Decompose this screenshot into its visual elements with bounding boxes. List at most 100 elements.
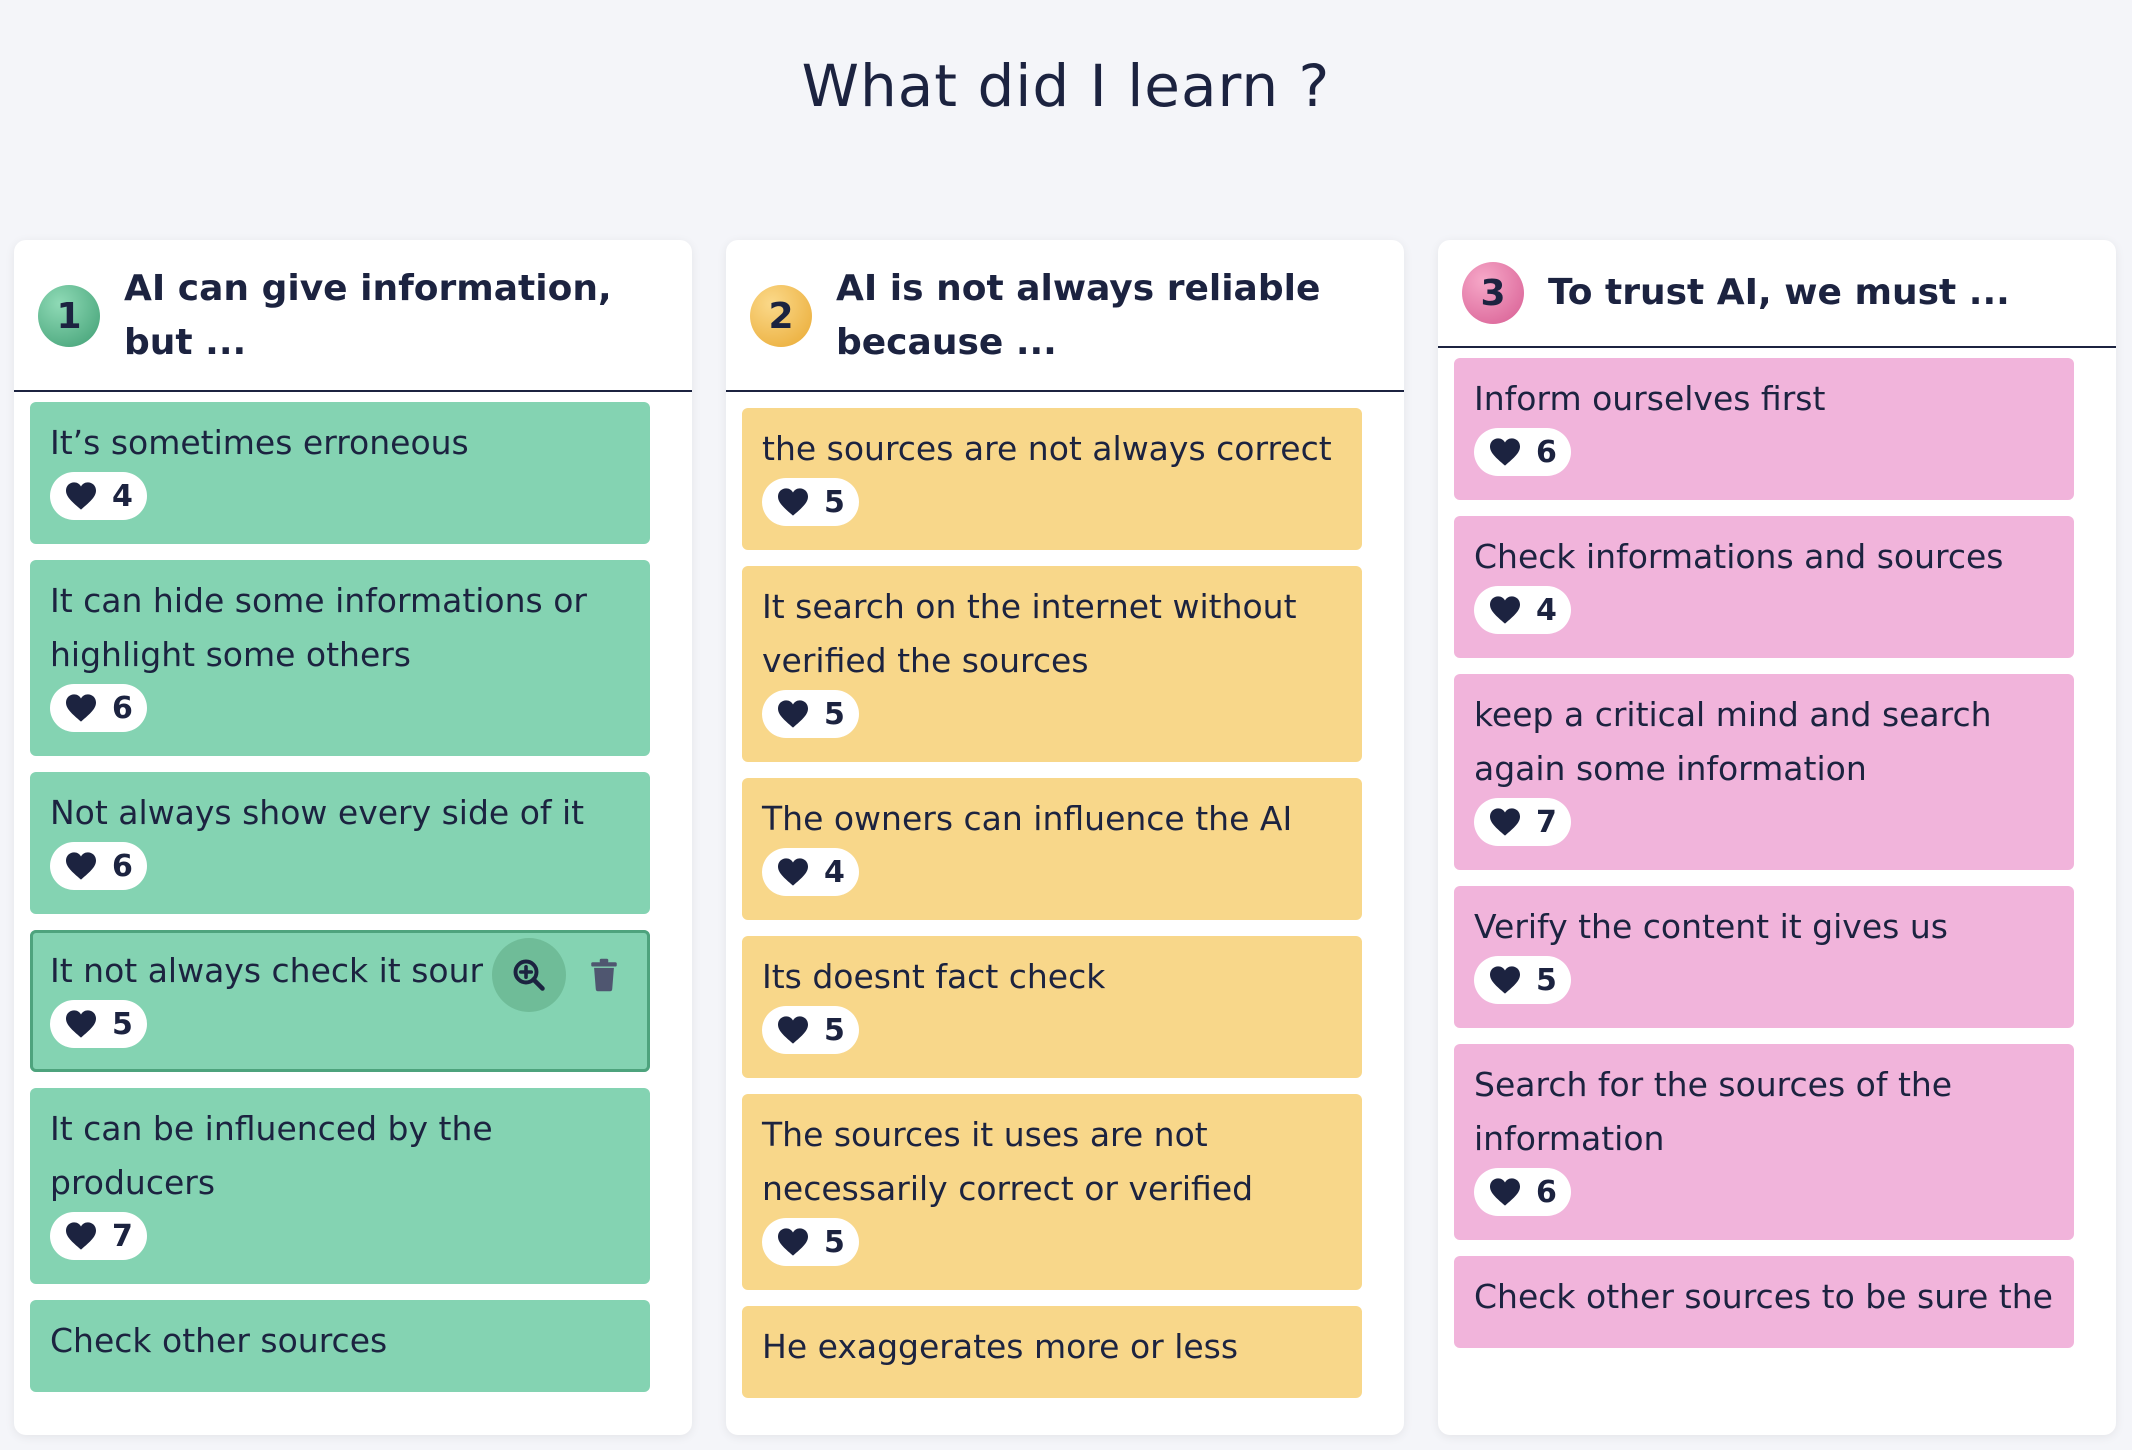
post-text: It’s sometimes erroneous <box>50 423 469 462</box>
like-button[interactable]: 7 <box>1474 798 1571 846</box>
heart-icon <box>1490 966 1520 994</box>
post-text: It can be influenced by the producers <box>50 1109 493 1202</box>
post-text: It can hide some informations or highlig… <box>50 581 587 674</box>
trash-icon <box>591 958 617 992</box>
heart-icon <box>1490 1178 1520 1206</box>
column-title: AI can give information, but ... <box>124 268 612 363</box>
post-card[interactable]: Inform ourselves first 6 <box>1454 358 2074 500</box>
post-text: Check informations and sources <box>1474 537 2004 576</box>
like-button[interactable]: 7 <box>50 1212 147 1260</box>
like-button[interactable]: 4 <box>1474 586 1571 634</box>
column-1: 1 AI can give information, but ... It’s … <box>14 240 692 1435</box>
heart-icon <box>1490 596 1520 624</box>
post-text: Verify the content it gives us <box>1474 907 1948 946</box>
like-button[interactable]: 5 <box>1474 956 1571 1004</box>
like-count: 5 <box>112 1006 133 1042</box>
like-button[interactable]: 5 <box>762 478 859 526</box>
post-card-hovered[interactable]: It not always check it sour 5 <box>30 930 650 1072</box>
like-button[interactable]: 6 <box>50 684 147 732</box>
heart-icon <box>778 1228 808 1256</box>
like-count: 4 <box>1536 592 1557 628</box>
post-text: He exaggerates more or less <box>762 1327 1239 1366</box>
like-button[interactable]: 5 <box>762 1218 859 1266</box>
card-list: It’s sometimes erroneous 4 It can hide s… <box>14 392 692 1392</box>
like-button[interactable]: 6 <box>50 842 147 890</box>
heart-icon <box>1490 438 1520 466</box>
post-card[interactable]: the sources are not always correct 5 <box>742 408 1362 550</box>
post-card[interactable]: keep a critical mind and search again so… <box>1454 674 2074 870</box>
like-button[interactable]: 5 <box>762 690 859 738</box>
like-count: 4 <box>824 854 845 890</box>
post-card[interactable]: Check other sources <box>30 1300 650 1392</box>
heart-icon <box>778 488 808 516</box>
post-card[interactable]: Check informations and sources 4 <box>1454 516 2074 658</box>
heart-icon <box>66 1010 96 1038</box>
column-number-badge: 1 <box>38 285 100 347</box>
card-list: the sources are not always correct 5 It … <box>726 392 1404 1398</box>
card-actions <box>492 938 624 1012</box>
post-text: Search for the sources of the informatio… <box>1474 1065 1953 1158</box>
post-text: Its doesnt fact check <box>762 957 1106 996</box>
post-card[interactable]: Check other sources to be sure the <box>1454 1256 2074 1348</box>
column-header: 1 AI can give information, but ... <box>14 240 692 392</box>
post-text: Check other sources <box>50 1321 388 1360</box>
column-title: AI is not always reliable because ... <box>836 268 1321 363</box>
like-count: 7 <box>1536 804 1557 840</box>
like-count: 7 <box>112 1218 133 1254</box>
like-button[interactable]: 6 <box>1474 428 1571 476</box>
heart-icon <box>778 858 808 886</box>
page-title: What did I learn ? <box>801 52 1331 120</box>
heart-icon <box>778 1016 808 1044</box>
post-card[interactable]: It can be influenced by the producers 7 <box>30 1088 650 1284</box>
zoom-in-icon <box>513 959 545 991</box>
like-button[interactable]: 4 <box>50 472 147 520</box>
like-count: 6 <box>1536 1174 1557 1210</box>
zoom-button[interactable] <box>492 938 566 1012</box>
post-card[interactable]: It search on the internet without verifi… <box>742 566 1362 762</box>
post-card[interactable]: He exaggerates more or less <box>742 1306 1362 1398</box>
heart-icon <box>66 1222 96 1250</box>
post-text: The owners can influence the AI <box>762 799 1293 838</box>
post-text-clipped: It not always check it sour <box>50 951 484 990</box>
heart-icon <box>778 700 808 728</box>
post-text: Inform ourselves first <box>1474 379 1826 418</box>
like-count: 5 <box>824 484 845 520</box>
like-button[interactable]: 6 <box>1474 1168 1571 1216</box>
like-count: 5 <box>1536 962 1557 998</box>
post-card[interactable]: Verify the content it gives us 5 <box>1454 886 2074 1028</box>
column-2: 2 AI is not always reliable because ... … <box>726 240 1404 1435</box>
column-number-badge: 2 <box>750 285 812 347</box>
like-button[interactable]: 5 <box>762 1006 859 1054</box>
post-card[interactable]: Search for the sources of the informatio… <box>1454 1044 2074 1240</box>
post-text: It search on the internet without verifi… <box>762 587 1297 680</box>
post-text: the sources are not always correct <box>762 429 1332 468</box>
heart-icon <box>1490 808 1520 836</box>
like-count: 6 <box>112 848 133 884</box>
post-card[interactable]: Its doesnt fact check 5 <box>742 936 1362 1078</box>
like-button[interactable]: 5 <box>50 1000 147 1048</box>
column-header: 3 To trust AI, we must ... <box>1438 240 2116 348</box>
delete-button[interactable] <box>584 955 624 995</box>
post-text: The sources it uses are not necessarily … <box>762 1115 1254 1208</box>
post-card[interactable]: Not always show every side of it 6 <box>30 772 650 914</box>
like-count: 5 <box>824 696 845 732</box>
heart-icon <box>66 852 96 880</box>
like-count: 5 <box>824 1012 845 1048</box>
post-text: Not always show every side of it <box>50 793 585 832</box>
post-card[interactable]: It can hide some informations or highlig… <box>30 560 650 756</box>
column-3: 3 To trust AI, we must ... Inform oursel… <box>1438 240 2116 1435</box>
card-list: Inform ourselves first 6 Check informati… <box>1438 348 2116 1348</box>
like-button[interactable]: 4 <box>762 848 859 896</box>
like-count: 4 <box>112 478 133 514</box>
heart-icon <box>66 694 96 722</box>
post-card[interactable]: The owners can influence the AI 4 <box>742 778 1362 920</box>
post-text: Check other sources to be sure the <box>1474 1277 2053 1316</box>
column-title: To trust AI, we must ... <box>1548 272 2010 313</box>
like-count: 6 <box>112 690 133 726</box>
heart-icon <box>66 482 96 510</box>
column-number-badge: 3 <box>1462 262 1524 324</box>
like-count: 5 <box>824 1224 845 1260</box>
post-card[interactable]: It’s sometimes erroneous 4 <box>30 402 650 544</box>
post-text: keep a critical mind and search again so… <box>1474 695 1992 788</box>
post-card[interactable]: The sources it uses are not necessarily … <box>742 1094 1362 1290</box>
